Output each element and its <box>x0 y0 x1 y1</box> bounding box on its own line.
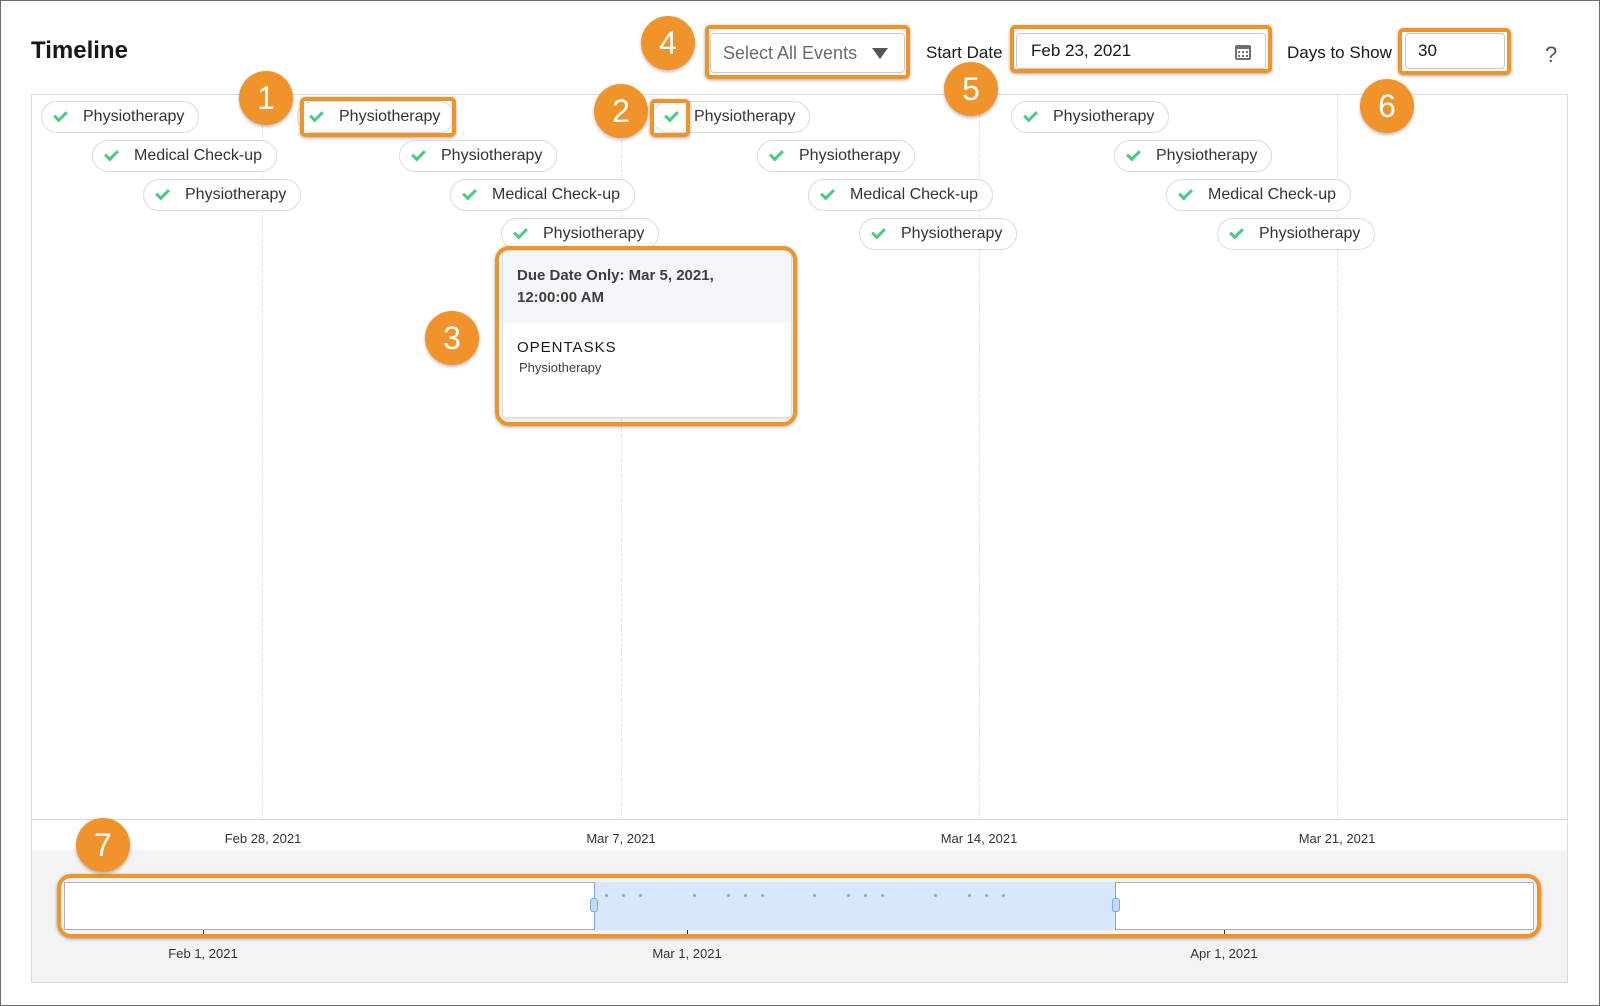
event-dot <box>605 894 608 897</box>
event-label: Physiotherapy <box>185 186 287 203</box>
event-label: Physiotherapy <box>1259 225 1361 242</box>
event-pill[interactable]: Physiotherapy <box>399 140 558 172</box>
event-label: Physiotherapy <box>694 108 796 125</box>
event-pill[interactable]: Physiotherapy <box>1114 140 1273 172</box>
scrubber-right-handle[interactable] <box>1112 898 1120 912</box>
event-dot <box>864 894 867 897</box>
days-to-show-label: Days to Show <box>1287 43 1392 62</box>
event-dot <box>881 894 884 897</box>
callout-6: 6 <box>1360 79 1414 133</box>
axis-label: Mar 7, 2021 <box>586 831 656 846</box>
event-pill[interactable]: Medical Check-up <box>92 140 278 172</box>
event-label: Physiotherapy <box>441 147 543 164</box>
help-icon[interactable]: ? <box>1545 42 1557 68</box>
event-dot <box>639 894 642 897</box>
event-pill[interactable]: Physiotherapy <box>652 101 811 133</box>
axis-label: Mar 21, 2021 <box>1298 831 1376 846</box>
event-dot <box>813 894 816 897</box>
event-pill[interactable]: Physiotherapy <box>41 101 200 133</box>
event-dot <box>934 894 937 897</box>
callout-4: 4 <box>641 16 695 70</box>
event-popover: Due Date Only: Mar 5, 2021, 12:00:00 AM … <box>502 250 792 418</box>
event-label: Medical Check-up <box>134 147 263 164</box>
event-filter-label: Select All Events <box>723 42 858 63</box>
event-pill[interactable]: Medical Check-up <box>450 179 636 211</box>
check-icon <box>664 107 679 123</box>
days-to-show-input[interactable]: 30 <box>1405 33 1505 69</box>
callout-3: 3 <box>425 311 479 365</box>
event-label: Physiotherapy <box>1053 108 1155 125</box>
callout-2: 2 <box>594 84 648 138</box>
event-dot <box>761 894 764 897</box>
scale-tick <box>687 930 688 937</box>
event-pill[interactable]: Physiotherapy <box>859 218 1018 250</box>
event-pill[interactable]: Physiotherapy <box>143 179 302 211</box>
popover-type: OPENTASKS <box>517 339 617 356</box>
scrubber-window[interactable] <box>590 882 1120 930</box>
scale-label: Mar 1, 2021 <box>652 946 722 961</box>
start-date-label: Start Date <box>926 43 1003 62</box>
event-dot <box>1002 894 1005 897</box>
event-dot <box>727 894 730 897</box>
event-filter-dropdown[interactable]: Select All Events <box>710 33 905 73</box>
check-icon <box>513 224 528 240</box>
event-label: Physiotherapy <box>543 225 645 242</box>
event-label: Medical Check-up <box>1208 186 1337 203</box>
event-pill[interactable]: Medical Check-up <box>1166 179 1352 211</box>
scale-label: Feb 1, 2021 <box>168 946 238 961</box>
check-icon <box>1229 224 1244 240</box>
event-label: Medical Check-up <box>850 186 979 203</box>
page-title: Timeline <box>31 37 128 64</box>
chevron-down-icon <box>872 48 888 59</box>
event-dot <box>847 894 850 897</box>
event-label: Physiotherapy <box>799 147 901 164</box>
popover-title: Due Date Only: Mar 5, 2021, 12:00:00 AM <box>503 251 791 323</box>
scale-label: Apr 1, 2021 <box>1190 946 1258 961</box>
event-dot <box>622 894 625 897</box>
event-dot <box>985 894 988 897</box>
check-icon <box>309 107 324 123</box>
callout-7: 7 <box>76 818 130 872</box>
check-icon <box>155 185 170 201</box>
event-label: Physiotherapy <box>339 108 441 125</box>
event-pill[interactable]: Medical Check-up <box>808 179 994 211</box>
start-date-input[interactable]: Feb 23, 2021 <box>1016 33 1266 69</box>
check-icon <box>1023 107 1038 123</box>
callout-5: 5 <box>944 62 998 116</box>
check-icon <box>53 107 68 123</box>
scale-tick <box>1224 930 1225 937</box>
timeline-axis: Feb 28, 2021 Mar 7, 2021 Mar 14, 2021 Ma… <box>31 820 1568 850</box>
check-icon <box>820 185 835 201</box>
event-pill[interactable]: Physiotherapy <box>501 218 660 250</box>
event-pill[interactable]: Physiotherapy <box>1011 101 1170 133</box>
event-dot <box>744 894 747 897</box>
event-label: Physiotherapy <box>1156 147 1258 164</box>
event-label: Physiotherapy <box>83 108 185 125</box>
axis-label: Feb 28, 2021 <box>224 831 302 846</box>
check-icon <box>104 146 119 162</box>
event-pill[interactable]: Physiotherapy <box>757 140 916 172</box>
event-pill[interactable]: Physiotherapy <box>1217 218 1376 250</box>
check-icon <box>871 224 886 240</box>
start-date-value: Feb 23, 2021 <box>1031 41 1132 60</box>
calendar-icon[interactable] <box>1235 45 1251 60</box>
callout-1: 1 <box>239 71 293 125</box>
event-dot <box>968 894 971 897</box>
days-to-show-value: 30 <box>1418 41 1437 60</box>
axis-label: Mar 14, 2021 <box>940 831 1018 846</box>
check-icon <box>1178 185 1193 201</box>
event-label: Physiotherapy <box>901 225 1003 242</box>
popover-subtitle: Physiotherapy <box>519 360 602 375</box>
event-label: Medical Check-up <box>492 186 621 203</box>
check-icon <box>1126 146 1141 162</box>
event-dot <box>693 894 696 897</box>
check-icon <box>411 146 426 162</box>
event-pill[interactable]: Physiotherapy <box>297 101 456 133</box>
check-icon <box>462 185 477 201</box>
scrubber-left-handle[interactable] <box>590 898 598 912</box>
scale-tick <box>203 930 204 937</box>
check-icon <box>769 146 784 162</box>
